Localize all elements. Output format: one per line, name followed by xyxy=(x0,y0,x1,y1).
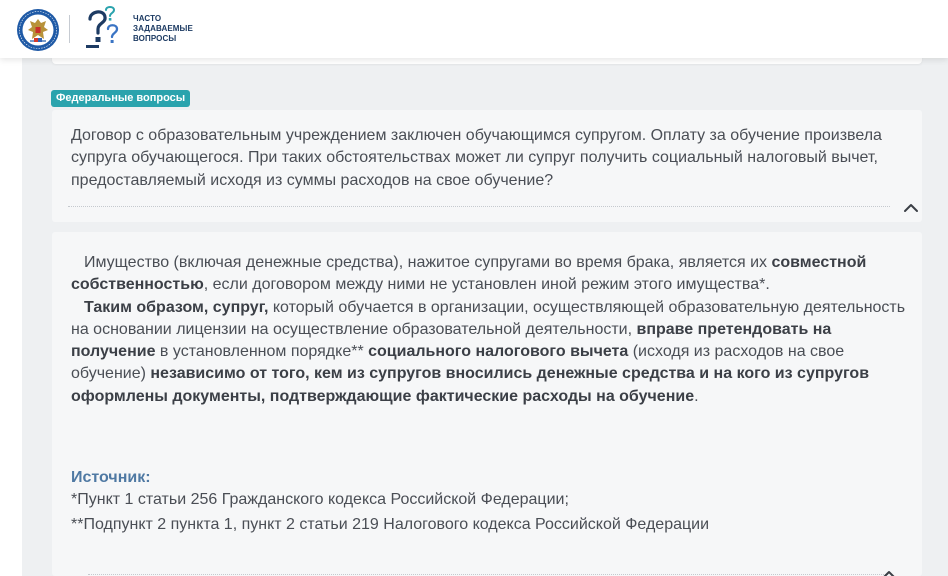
answer-p2-bold-e: социального налогового вычета xyxy=(368,343,629,361)
answer-p1-part-c: , если договором между ними не установле… xyxy=(203,276,770,294)
answer-p1-part-a: Имущество (включая денежные средства), н… xyxy=(84,254,772,271)
fns-emblem-icon[interactable] xyxy=(16,8,60,52)
question-card[interactable]: Договор с образовательным учреждением за… xyxy=(52,110,922,222)
header-divider xyxy=(69,15,70,43)
answer-text: Имущество (включая денежные средства), н… xyxy=(71,252,906,408)
header-title-line-1: ЧАСТО xyxy=(133,14,162,23)
header-title-line-2: ЗАДАВАЕМЫЕ xyxy=(133,24,193,33)
question-marks-icon[interactable] xyxy=(84,5,122,51)
header-title: ЧАСТО ЗАДАВАЕМЫЕ ВОПРОСЫ xyxy=(133,14,203,44)
answer-p2-bold-a: Таким образом, супруг, xyxy=(84,298,269,316)
header-title-line-3: ВОПРОСЫ xyxy=(133,34,177,43)
chevron-up-icon[interactable] xyxy=(902,201,920,215)
category-tag[interactable]: Федеральные вопросы xyxy=(51,90,191,107)
answer-p2-part-h: . xyxy=(694,387,699,405)
chevron-up-icon[interactable] xyxy=(880,568,898,576)
left-sidebar-strip xyxy=(0,58,22,576)
source-line-2: **Подпункт 2 пункта 1, пункт 2 статьи 21… xyxy=(71,516,710,533)
answer-card: Имущество (включая денежные средства), н… xyxy=(52,232,922,576)
site-header: ЧАСТО ЗАДАВАЕМЫЕ ВОПРОСЫ xyxy=(0,0,948,58)
question-text: Договор с образовательным учреждением за… xyxy=(71,127,882,189)
answer-divider xyxy=(88,574,888,575)
source-line-1: *Пункт 1 статьи 256 Гражданского кодекса… xyxy=(71,491,569,508)
source-title: Источник: xyxy=(71,469,151,486)
question-divider xyxy=(68,206,890,207)
answer-p2-bold-g: независимо от того, кем из супругов внос… xyxy=(71,365,870,405)
answer-p2-part-d: в установленном порядке** xyxy=(155,343,369,361)
